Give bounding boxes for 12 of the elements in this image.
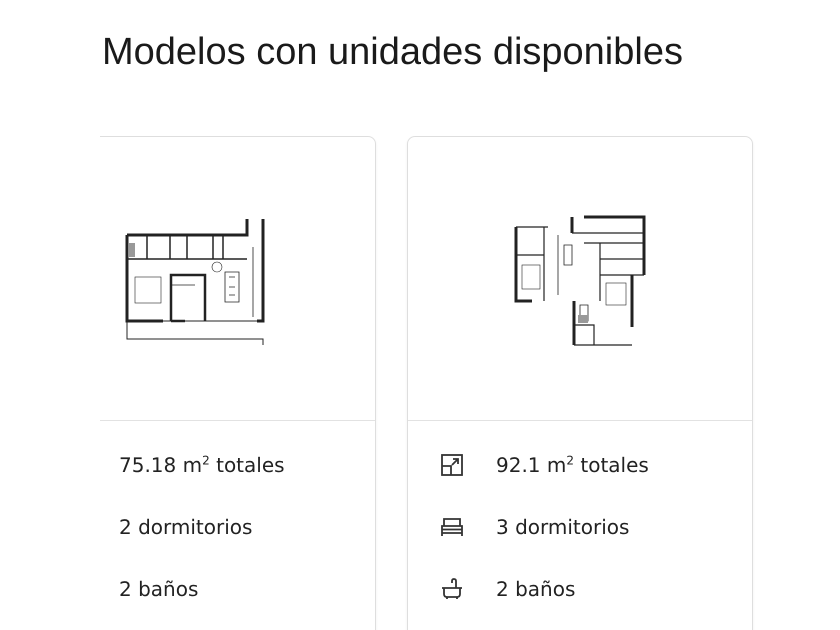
- section-title: Modelos con unidades disponibles: [101, 30, 684, 74]
- bed-icon: [441, 517, 463, 537]
- feature-text: 92.1 m$^{2}$ totales: [496, 453, 649, 477]
- model-card[interactable]: 92.1 m$^{2}$ totales 3 dormitorios 2 baños: [407, 136, 753, 630]
- feature-text: 3 dormitorios: [496, 515, 630, 539]
- feature-text: 2 baños: [119, 577, 198, 601]
- model-card[interactable]: 75.18 m$^{2}$ totales 2 dormitorios 2 baños: [100, 136, 376, 630]
- bathtub-icon: [441, 578, 463, 600]
- feature-text: 2 dormitorios: [119, 515, 252, 539]
- feature-text: 2 baños: [496, 577, 576, 601]
- expand-area-icon: [441, 454, 463, 476]
- feature-text: 75.18 m$^{2}$ totales: [119, 453, 285, 477]
